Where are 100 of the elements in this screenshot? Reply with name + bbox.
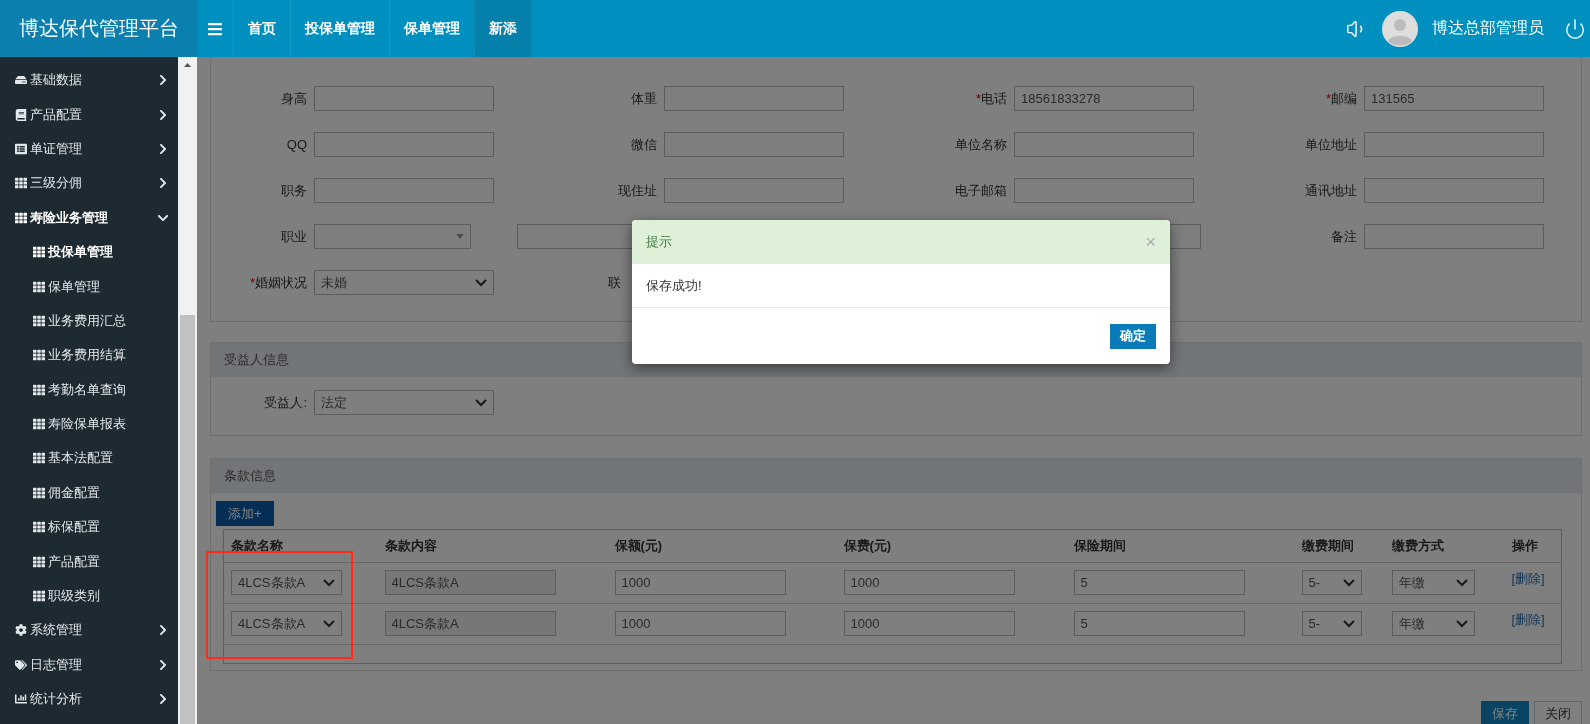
field-label: 受益人: <box>263 393 308 412</box>
input-field[interactable]: 5 <box>1073 611 1245 636</box>
select-field[interactable]: 5- <box>1301 611 1362 636</box>
input-field[interactable] <box>1364 178 1544 203</box>
input-field[interactable] <box>1014 132 1194 157</box>
input-field[interactable] <box>664 178 844 203</box>
grid-icon <box>33 383 45 396</box>
sidebar-item[interactable]: 三级分佣 <box>0 166 178 201</box>
caret-icon <box>1342 619 1355 628</box>
input-field[interactable]: 1000 <box>614 570 786 595</box>
ok-button[interactable]: 确定 <box>1110 323 1156 349</box>
select-field[interactable]: 4LCS条款A <box>231 611 342 636</box>
select-field[interactable]: 法定 <box>314 390 494 415</box>
select-field[interactable]: 未婚 <box>314 270 494 295</box>
sidebar-subitem[interactable]: 标保配置 <box>0 510 178 545</box>
power-icon[interactable] <box>1564 17 1586 40</box>
sidebar-item[interactable]: 系统管理 <box>0 613 178 648</box>
input-field[interactable]: 4LCS条款A <box>384 611 556 636</box>
field-label: QQ <box>285 137 308 152</box>
caret-icon <box>323 578 335 587</box>
drive-icon <box>15 74 27 87</box>
sidebar-item[interactable]: 日志管理 <box>0 647 178 683</box>
sidebar-subitem[interactable]: 寿险保单报表 <box>0 406 178 442</box>
grid-icon <box>33 246 45 259</box>
select-field[interactable]: 年缴 <box>1391 570 1475 595</box>
input-field[interactable]: 131565 <box>1364 86 1544 111</box>
sidebar-item[interactable]: 产品配置 <box>0 97 178 132</box>
input-field[interactable]: 1000 <box>843 570 1015 595</box>
input-field[interactable] <box>664 86 844 111</box>
select-field[interactable]: 年缴 <box>1391 611 1475 636</box>
sidebar-item[interactable]: 基础数据 <box>0 63 178 98</box>
grid-icon <box>33 555 45 568</box>
column-header: 操作 <box>1504 529 1562 563</box>
field-label: 职务 <box>280 181 308 200</box>
input-field[interactable] <box>314 178 494 203</box>
grid-icon <box>33 349 45 362</box>
chevron-right-icon <box>157 658 169 671</box>
chevron-right-icon <box>157 108 169 121</box>
chevron-right-icon <box>157 177 169 190</box>
bar-chart-icon <box>15 693 27 706</box>
select-field[interactable] <box>314 224 471 249</box>
user-name[interactable]: 博达总部管理员 <box>1432 18 1544 39</box>
sidebar-item[interactable]: 统计分析 <box>0 682 178 717</box>
caret-icon <box>1455 619 1468 628</box>
grid-icon <box>33 590 45 603</box>
grid-icon <box>15 177 27 190</box>
menu-icon[interactable] <box>207 20 223 37</box>
sidebar-subitem[interactable]: 职级类别 <box>0 578 178 614</box>
input-field[interactable]: 4LCS条款A <box>384 570 556 595</box>
delete-link[interactable]: [删除] <box>1511 571 1545 586</box>
field-label: 备注 <box>1330 227 1358 246</box>
column-header: 保额(元) <box>607 529 837 563</box>
input-field[interactable] <box>1014 178 1194 203</box>
caret-icon <box>1342 578 1355 587</box>
save-button[interactable]: 保存 <box>1481 701 1529 724</box>
scrollbar-thumb[interactable] <box>180 315 195 724</box>
input-field[interactable] <box>314 132 494 157</box>
field-label: 现住址 <box>617 181 658 200</box>
delete-link[interactable]: [删除] <box>1511 612 1545 627</box>
field-label: *电话 <box>974 89 1008 108</box>
grid-icon <box>33 452 45 465</box>
chevron-right-icon <box>157 624 169 637</box>
close-button[interactable]: 关闭 <box>1534 701 1582 724</box>
add-button[interactable]: 添加+ <box>216 501 274 526</box>
sidebar-subitem[interactable]: 考勤名单查询 <box>0 372 178 407</box>
grid-icon <box>33 314 45 327</box>
nav-tab[interactable]: 新添 <box>474 0 531 57</box>
input-field[interactable] <box>314 86 494 111</box>
sidebar-subitem[interactable]: 保单管理 <box>0 269 178 304</box>
sidebar-subitem[interactable]: 业务费用结算 <box>0 338 178 373</box>
dialog-message: 保存成功! <box>646 276 702 295</box>
sidebar-subitem[interactable]: 投保单管理 <box>0 234 178 270</box>
sidebar-subitem[interactable]: 基本法配置 <box>0 441 178 476</box>
column-header: 缴费方式 <box>1384 529 1505 563</box>
sidebar-subitem[interactable]: 产品配置 <box>0 544 178 579</box>
field-label: 电子邮箱 <box>954 181 1008 200</box>
input-field[interactable]: 18561833278 <box>1014 86 1194 111</box>
input-field[interactable] <box>1364 132 1544 157</box>
input-field[interactable] <box>664 132 844 157</box>
avatar-icon[interactable] <box>1382 10 1418 47</box>
sidebar-item[interactable]: 单证管理 <box>0 131 178 167</box>
close-button[interactable]: × <box>1145 231 1156 253</box>
column-header: 保险期间 <box>1066 529 1295 563</box>
sidebar-item[interactable]: 寿险业务管理 <box>0 200 178 235</box>
input-field[interactable]: 5 <box>1073 570 1245 595</box>
sidebar-subitem[interactable]: 佣金配置 <box>0 475 178 511</box>
column-header: 缴费期间 <box>1294 529 1385 563</box>
input-field[interactable]: 1000 <box>614 611 786 636</box>
select-field[interactable]: 4LCS条款A <box>231 570 342 595</box>
input-field[interactable]: 1000 <box>843 611 1015 636</box>
caret-icon <box>475 278 487 287</box>
field-label: 职业 <box>280 227 308 246</box>
brand-title: 博达保代管理平台 <box>0 0 197 57</box>
chevron-right-icon <box>157 693 169 706</box>
input-field[interactable] <box>1364 224 1544 249</box>
grid-icon <box>33 418 45 431</box>
field-label: 单位地址 <box>1304 135 1358 154</box>
column-header: 条款名称 <box>223 529 378 563</box>
select-field[interactable]: 5- <box>1301 570 1362 595</box>
sidebar-subitem[interactable]: 业务费用汇总 <box>0 303 178 339</box>
